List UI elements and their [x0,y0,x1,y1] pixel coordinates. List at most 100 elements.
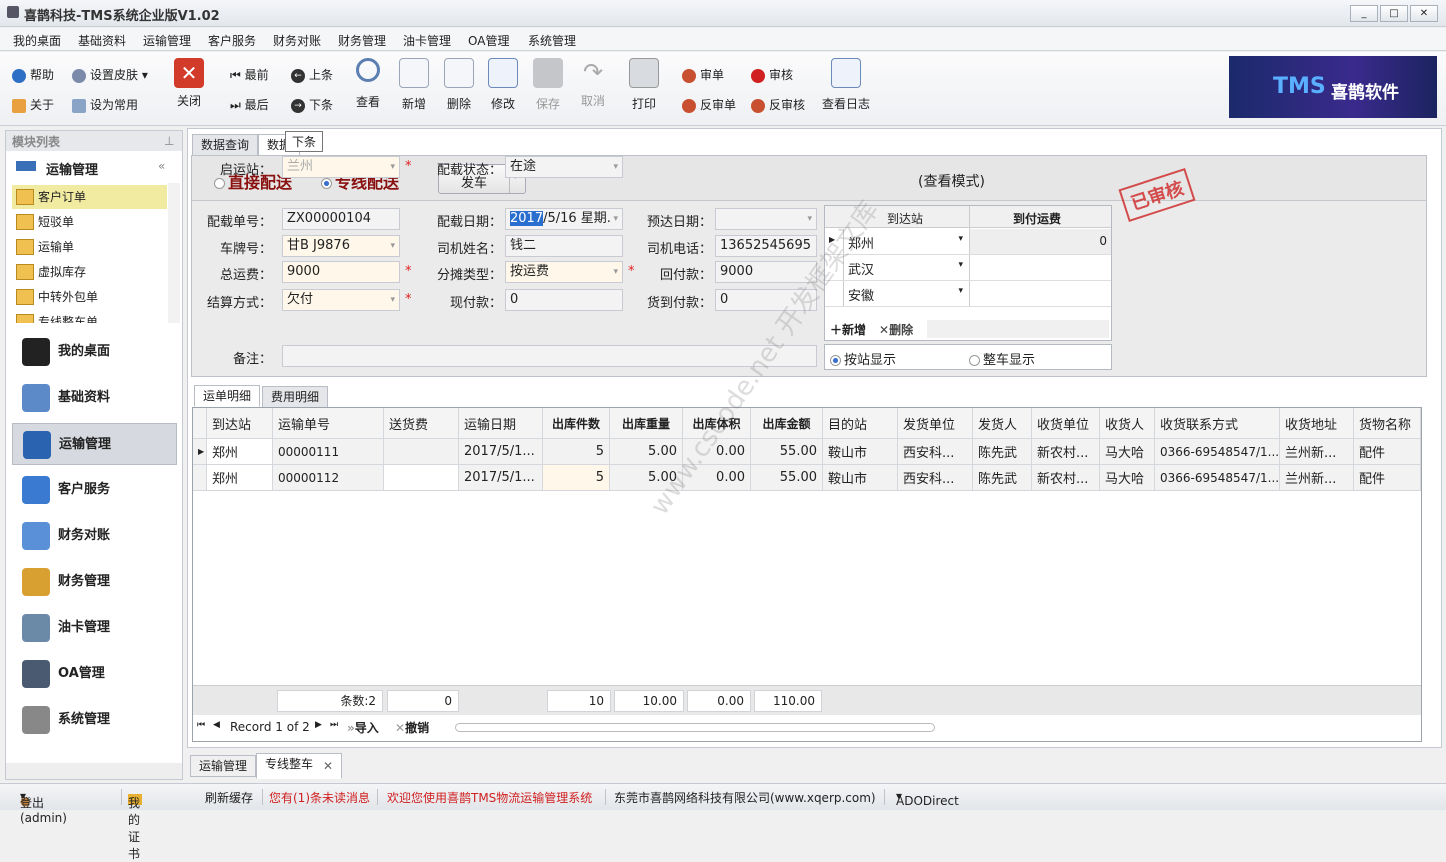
tab-transport[interactable]: 运输管理 [190,755,257,777]
chevron-down-icon[interactable]: ▾ [958,234,963,244]
station-row[interactable]: 安徽 ▾ [825,281,1111,307]
menu-reconcile[interactable]: 财务对账 [273,32,321,49]
nav-1[interactable]: 基础资料 [12,377,177,419]
list-item[interactable]: 短驳单 [12,210,167,234]
unaudit-button[interactable]: 反审核 [751,96,805,113]
nav-0[interactable]: 我的桌面 [12,331,177,373]
grid-cell[interactable]: 2017/5/1... [459,439,543,464]
grid-cell[interactable]: 兰州新... [1280,465,1354,490]
column-header[interactable]: 出库金额 [751,408,823,438]
nav-3[interactable]: 客户服务 [12,469,177,511]
import-button[interactable]: »导入 [347,719,379,736]
grid-cell[interactable]: 陈先武 [973,439,1032,464]
nav-7[interactable]: OA管理 [12,653,177,695]
about-button[interactable]: 关于 [12,96,54,113]
column-header[interactable]: 目的站 [823,408,898,438]
column-header[interactable]: 到达站 [207,408,273,438]
skin-button[interactable]: 设置皮肤 ▾ [72,66,148,83]
column-header[interactable]: 发货单位 [898,408,973,438]
close-window-button[interactable]: ✕ [1410,5,1438,22]
chevron-down-icon[interactable]: ▾ [390,157,395,177]
grid-cell[interactable]: 55.00 [751,465,823,490]
maximize-button[interactable]: □ [1380,5,1408,22]
list-scrollbar[interactable] [168,183,180,323]
phone-field[interactable]: 13652545695 [715,235,817,257]
no-field[interactable]: ZX00000104 [282,208,400,230]
last-button[interactable]: ⏭ 最后 [230,96,269,113]
sidebar-hscrollbar[interactable] [6,763,182,779]
grid-cell[interactable]: 鞍山市 [823,439,898,464]
grid-cell[interactable]: 兰州新... [1280,439,1354,464]
fee-field[interactable]: 9000 [282,261,400,283]
unaudit-order-button[interactable]: 反审单 [682,96,736,113]
revoke-button[interactable]: ✕撤销 [395,719,429,736]
menu-system[interactable]: 系统管理 [528,32,576,49]
nav-6[interactable]: 油卡管理 [12,607,177,649]
edit-button[interactable]: 修改 [488,58,518,112]
start-field[interactable]: 兰州 ▾ [282,156,400,178]
date-field[interactable]: 2017/5/16 星期. ▾ [505,208,623,230]
grid-cell[interactable]: 新农村... [1032,465,1100,490]
grid-cell[interactable]: 鞍山市 [823,465,898,490]
plate-field[interactable]: 甘B J9876 ▾ [282,235,400,257]
tab-data-query[interactable]: 数据查询 [192,134,259,156]
chevron-down-icon[interactable]: ▾ [390,290,395,310]
menu-desktop[interactable]: 我的桌面 [13,32,61,49]
cash-field[interactable]: 0 [505,289,623,311]
view-log-button[interactable]: 查看日志 [821,58,871,112]
list-item[interactable]: 运输单 [12,235,167,259]
column-header[interactable]: 到付运费 [1013,210,1061,227]
grid-cell[interactable]: 西安科... [898,465,973,490]
menu-oa[interactable]: OA管理 [468,32,509,49]
add-button[interactable]: 新增 [399,58,429,112]
grid-cell[interactable]: 00000111 [273,439,384,464]
db-selector[interactable]: ADODirect ▾ [896,789,959,808]
logout-button[interactable]: ● 登出(admin) ▾ [20,789,67,825]
grid-cell[interactable]: 配件 [1354,465,1421,490]
column-header[interactable]: 发货人 [973,408,1032,438]
table-row[interactable]: 郑州 00000112 2017/5/1... 5 5.00 0.00 55.00 鞍山市 西安… [193,465,1421,491]
chevron-down-icon[interactable]: ▾ [958,286,963,296]
grid-cell[interactable]: 马大哈 [1100,465,1155,490]
nav-first-icon[interactable]: ⏮ [197,720,205,730]
view-button[interactable]: 查看 [353,58,383,110]
status-field[interactable]: 在途 ▾ [505,156,623,178]
tab-fee-detail[interactable]: 费用明细 [262,386,329,408]
refresh-cache-button[interactable]: 刷新缓存 [205,789,253,806]
grid-cell[interactable] [384,465,459,490]
grid-cell[interactable]: 郑州 [207,465,273,490]
nav-last-icon[interactable]: ⏭ [330,720,338,730]
grid-cell[interactable]: 西安科... [898,439,973,464]
list-item[interactable]: 客户订单 [12,185,167,209]
column-header[interactable]: 出库重量 [610,408,683,438]
eta-field[interactable]: ▾ [715,208,817,230]
list-item[interactable]: 专线整车单 [12,310,167,323]
prev-button[interactable]: ← 上条 [291,66,333,83]
station-add-button[interactable]: ＋新增 [830,321,866,338]
column-header[interactable]: 收货地址 [1280,408,1354,438]
grid-cell[interactable] [384,439,459,464]
tab-waybill-detail[interactable]: 运单明细 [194,385,261,407]
grid-cell[interactable]: 0366-69548547/1... [1155,439,1280,464]
station-hscrollbar[interactable] [927,320,1109,338]
first-button[interactable]: ⏮ 最前 [230,66,269,83]
station-delete-button[interactable]: ✕删除 [879,321,913,338]
column-header[interactable]: 出库件数 [543,408,610,438]
chevron-down-icon[interactable]: ▾ [958,260,963,270]
chevron-down-icon[interactable]: ▾ [613,157,618,177]
column-header[interactable]: 货物名称 [1354,408,1421,438]
table-row[interactable]: ▶ 郑州 00000111 2017/5/1... 5 5.00 0.00 55.00 鞍山市西… [193,439,1421,465]
minimize-button[interactable]: _ [1350,5,1378,22]
grid-cell[interactable]: 新农村... [1032,439,1100,464]
grid-cell[interactable]: 0366-69548547/1... [1155,465,1280,490]
grid-cell[interactable]: 2017/5/1... [459,465,543,490]
column-header[interactable]: 送货费 [384,408,459,438]
station-row[interactable]: 武汉 ▾ [825,255,1111,281]
pin-icon[interactable]: ⊥ [164,134,174,148]
chevron-down-icon[interactable]: ▾ [390,236,395,256]
grid-cell[interactable]: 5 [543,439,610,464]
column-header[interactable]: 收货人 [1100,408,1155,438]
set-common-button[interactable]: 设为常用 [72,96,138,113]
print-button[interactable]: 打印 [629,58,659,112]
close-tab-icon[interactable]: ✕ [323,756,333,776]
